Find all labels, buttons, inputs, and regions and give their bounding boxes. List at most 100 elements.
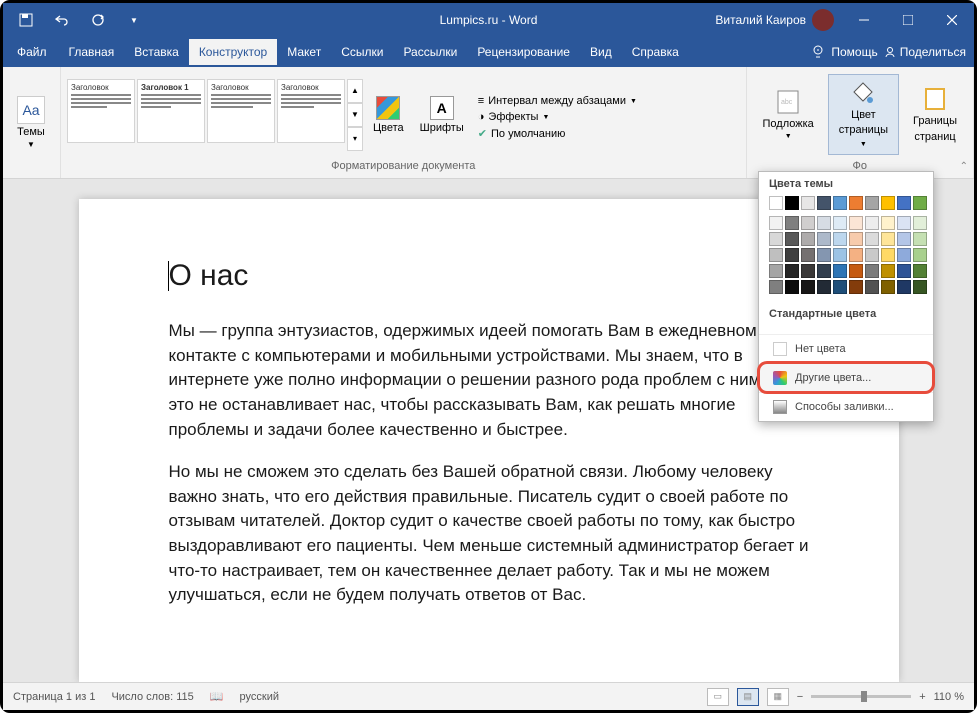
tab-home[interactable]: Главная <box>59 39 125 65</box>
themes-button[interactable]: Aa Темы ▼ <box>9 92 53 153</box>
effects-button[interactable]: ◑Эффекты▼ <box>474 110 641 124</box>
page-color-button[interactable]: Цветстраницы ▼ <box>828 74 899 156</box>
document-styles-gallery[interactable]: Заголовок Заголовок 1 Заголовок Заголово… <box>67 79 363 151</box>
language-indicator[interactable]: русский <box>240 691 279 703</box>
tab-view[interactable]: Вид <box>580 39 622 65</box>
qat-more-icon[interactable]: ▼ <box>119 6 149 34</box>
color-swatch[interactable] <box>785 216 799 230</box>
color-swatch[interactable] <box>881 280 895 294</box>
color-swatch[interactable] <box>849 248 863 262</box>
color-swatch[interactable] <box>817 248 831 262</box>
color-swatch[interactable] <box>769 248 783 262</box>
paragraph[interactable]: Мы — группа энтузиастов, одержимых идеей… <box>169 319 809 442</box>
color-swatch[interactable] <box>801 232 815 246</box>
color-swatch[interactable] <box>913 232 927 246</box>
color-swatch[interactable] <box>817 264 831 278</box>
color-swatch[interactable] <box>849 280 863 294</box>
color-swatch[interactable] <box>897 248 911 262</box>
tab-design[interactable]: Конструктор <box>189 39 277 65</box>
read-mode-button[interactable]: ▭ <box>707 688 729 706</box>
web-layout-button[interactable]: ▦ <box>767 688 789 706</box>
color-swatch[interactable] <box>769 264 783 278</box>
style-item[interactable]: Заголовок <box>207 79 275 143</box>
style-item[interactable]: Заголовок <box>67 79 135 143</box>
color-swatch[interactable] <box>849 264 863 278</box>
zoom-out-button[interactable]: − <box>797 691 803 703</box>
color-swatch[interactable] <box>881 264 895 278</box>
tell-me-button[interactable]: Помощь <box>813 45 877 59</box>
minimize-button[interactable] <box>842 3 886 37</box>
user-account[interactable]: Виталий Каиров <box>715 9 834 31</box>
color-swatch[interactable] <box>817 280 831 294</box>
color-swatch[interactable] <box>913 216 927 230</box>
color-swatch[interactable] <box>881 216 895 230</box>
color-swatch[interactable] <box>769 232 783 246</box>
color-swatch[interactable] <box>785 264 799 278</box>
set-default-button[interactable]: ✔По умолчанию <box>474 126 641 141</box>
color-swatch[interactable] <box>865 196 879 210</box>
color-swatch[interactable] <box>865 264 879 278</box>
undo-icon[interactable] <box>47 6 77 34</box>
tab-mailings[interactable]: Рассылки <box>393 39 467 65</box>
tab-review[interactable]: Рецензирование <box>467 39 580 65</box>
color-swatch[interactable] <box>913 248 927 262</box>
color-swatch[interactable] <box>913 280 927 294</box>
collapse-ribbon-icon[interactable]: ⌃ <box>960 161 968 172</box>
color-swatch[interactable] <box>849 232 863 246</box>
tab-layout[interactable]: Макет <box>277 39 331 65</box>
color-swatch[interactable] <box>897 196 911 210</box>
tab-references[interactable]: Ссылки <box>331 39 393 65</box>
zoom-thumb[interactable] <box>861 691 867 702</box>
color-swatch[interactable] <box>785 196 799 210</box>
zoom-slider[interactable] <box>811 695 911 698</box>
color-swatch[interactable] <box>865 280 879 294</box>
heading[interactable]: О нас <box>169 259 809 293</box>
share-button[interactable]: Поделиться <box>884 45 966 59</box>
color-swatch[interactable] <box>785 280 799 294</box>
color-swatch[interactable] <box>865 232 879 246</box>
color-swatch[interactable] <box>769 196 783 210</box>
color-swatch[interactable] <box>833 280 847 294</box>
tab-file[interactable]: Файл <box>7 39 57 65</box>
close-button[interactable] <box>930 3 974 37</box>
redo-icon[interactable] <box>83 6 113 34</box>
color-swatch[interactable] <box>801 280 815 294</box>
color-swatch[interactable] <box>833 264 847 278</box>
color-swatch[interactable] <box>849 216 863 230</box>
color-swatch[interactable] <box>833 196 847 210</box>
colors-button[interactable]: Цвета <box>367 92 410 138</box>
color-swatch[interactable] <box>817 232 831 246</box>
color-swatch[interactable] <box>897 232 911 246</box>
paragraph-spacing-button[interactable]: ≡Интервал между абзацами▼ <box>474 94 641 108</box>
color-swatch[interactable] <box>801 248 815 262</box>
watermark-button[interactable]: abc Подложка▼ <box>753 84 824 146</box>
color-swatch[interactable] <box>849 196 863 210</box>
color-swatch[interactable] <box>801 264 815 278</box>
gallery-more-icon[interactable]: ▾ <box>347 127 363 151</box>
print-layout-button[interactable]: ▤ <box>737 688 759 706</box>
color-swatch[interactable] <box>913 264 927 278</box>
tab-insert[interactable]: Вставка <box>124 39 189 65</box>
zoom-level[interactable]: 110 % <box>934 691 964 703</box>
tab-help[interactable]: Справка <box>622 39 689 65</box>
zoom-in-button[interactable]: + <box>919 691 925 703</box>
gallery-up-icon[interactable]: ▲ <box>347 79 363 103</box>
color-swatch[interactable] <box>897 216 911 230</box>
color-swatch[interactable] <box>769 216 783 230</box>
word-count[interactable]: Число слов: 115 <box>111 691 193 703</box>
color-swatch[interactable] <box>769 280 783 294</box>
color-swatch[interactable] <box>817 216 831 230</box>
color-swatch[interactable] <box>817 196 831 210</box>
more-colors-item[interactable]: Другие цвета... <box>759 363 933 392</box>
maximize-button[interactable] <box>886 3 930 37</box>
style-item[interactable]: Заголовок 1 <box>137 79 205 143</box>
style-item[interactable]: Заголовок <box>277 79 345 143</box>
color-swatch[interactable] <box>833 232 847 246</box>
color-swatch[interactable] <box>785 232 799 246</box>
fonts-button[interactable]: АШрифты <box>414 92 470 138</box>
color-swatch[interactable] <box>881 232 895 246</box>
color-swatch[interactable] <box>801 216 815 230</box>
color-swatch[interactable] <box>833 248 847 262</box>
page-borders-button[interactable]: Границыстраниц <box>903 81 967 147</box>
color-swatch[interactable] <box>865 216 879 230</box>
